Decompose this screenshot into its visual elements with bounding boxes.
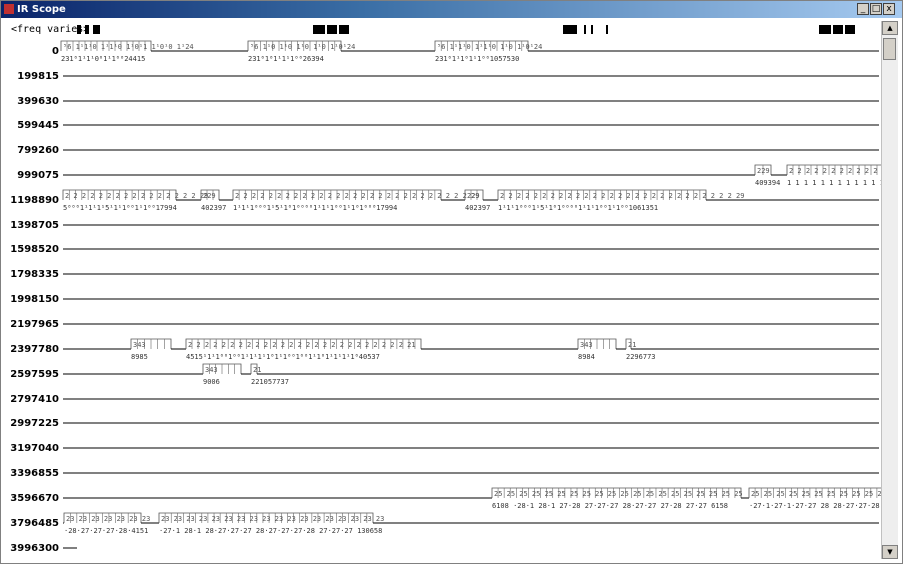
channel-label: 2797410 [10, 394, 59, 405]
pulse-top-values: 23 23 23 23 23 23 23 [66, 515, 150, 523]
overview-mark [85, 25, 89, 34]
channel-label: 0 [52, 46, 59, 57]
pulse-bottom-values: ·27·1 28·1 28·27·27·27 28·27·27·27·28 27… [159, 527, 382, 535]
pulse-top-values: 2 2 2 2 2 2 2 2 2 2 2 2 2 2 2 2 2 2 2 2 … [500, 192, 744, 200]
channel-label: 2597595 [10, 369, 59, 380]
pulse-top-values: 2 2 2 2 2 2 2 2 2 2 2 2 2 2 [789, 167, 881, 175]
pulse-bottom-values: 231⁰1¹1⁰1¹1⁰⁰1057530 [435, 55, 519, 63]
channel-label: 199815 [17, 71, 59, 82]
pulse-bottom-values: 2296773 [626, 353, 656, 361]
pulse-top-values: 229 [203, 192, 216, 200]
channel-label: 3596670 [10, 493, 59, 504]
pulse-bottom-values: 402397 [201, 204, 226, 212]
pulse-bottom-values: 6108 ·28·1 28·1 27·28 27·27·27 28·27·27 … [492, 502, 728, 510]
channel-label: 399630 [17, 96, 59, 107]
ir-scope-window: IR Scope _ □ x <freq varies> 0 ⁵6 1¹1¹0 1… [0, 0, 903, 564]
overview-mark [591, 25, 593, 34]
overview-mark [606, 25, 608, 34]
pulse-top-values: ⁵6 1¹1¹0 1¹1¹0 1¹0 1¹0¹24 [437, 43, 542, 51]
overview-mark [327, 25, 337, 34]
pulse-top-values: 229 [757, 167, 770, 175]
pulse-bottom-values: 8985 [131, 353, 148, 361]
overview-mark [563, 25, 577, 34]
pulse-bottom-values: 1¹1¹1⁰⁰⁰1¹5¹1⁰1⁰⁰⁰⁰1¹1¹1⁰⁰1¹1⁰1⁰⁰⁰17994 [233, 204, 397, 212]
pulse-bottom-values: 231⁰1¹1¹0⁰1¹1⁰⁰24415 [61, 55, 145, 63]
channel-label: 2397780 [10, 344, 59, 355]
channel-label: 2997225 [10, 418, 59, 429]
scroll-up-icon[interactable]: ▲ [882, 21, 898, 35]
pulse-top-values: 21 [628, 341, 636, 349]
pulse-top-values: 229 [467, 192, 480, 200]
pulse-top-values: ⁵6 1¹1¹0 1¹1¹0 1¹0¹1 1¹0¹0 1¹24 [63, 43, 194, 51]
channel-label: 999075 [17, 170, 59, 181]
scrollbar-thumb[interactable] [883, 38, 896, 60]
pulse-top-values: 343 [205, 366, 218, 374]
pulse-top-values: 2 2 2 2 2 2 2 2 2 2 2 2 2 2 2 2 2 2 2 2 … [188, 341, 416, 349]
close-button[interactable]: x [883, 3, 895, 15]
channel-label: 1998150 [10, 294, 59, 305]
channel-label: 3996300 [10, 543, 59, 554]
pulse-top-values: 343 [133, 341, 146, 349]
overview-mark [339, 25, 349, 34]
overview-mark [845, 25, 855, 34]
channel-label: 2197965 [10, 319, 59, 330]
pulse-top-values: 343 [580, 341, 593, 349]
pulse-top-values: 23 23 23 23 23 23 23 23 23 23 23 23 23 2… [161, 515, 384, 523]
channel-label: 3796485 [10, 518, 59, 529]
pulse-bottom-values: 1¹1¹1⁰⁰⁰1¹5¹1⁰1⁰⁰⁰⁰1¹1¹1⁰⁰1¹1⁰⁰1061351 [498, 204, 658, 212]
pulse-top-values: 2 2 2 2 2 2 2 2 2 2 2 2 2 2 2 2 2 2 2 2 … [235, 192, 479, 200]
pulse-bottom-values: ·28·27·27·27·28·4151 [64, 527, 148, 535]
vertical-scrollbar[interactable]: ▲ ▼ [881, 21, 898, 559]
channel-label: 1598520 [10, 244, 59, 255]
pulse-bottom-values: 9006 [203, 378, 220, 386]
ir-trace-canvas[interactable]: 0 ⁵6 1¹1¹0 1¹1¹0 1¹0¹1 1¹0¹0 1¹24 231⁰1¹1¹… [1, 1, 881, 565]
overview-mark [819, 25, 831, 34]
pulse-top-values: 2 2 2 2 2 2 2 2 2 2 2 2 2 2 2 2 29 [65, 192, 208, 200]
pulse-top-values: ⁵6 1¹0 1¹0 1¹0 1¹0 1¹0¹24 [250, 43, 355, 51]
overview-mark [313, 25, 325, 34]
channel-label: 1398705 [10, 220, 59, 231]
pulse-bottom-values: 221057737 [251, 378, 289, 386]
pulse-bottom-values: 8984 [578, 353, 595, 361]
overview-mark [77, 25, 81, 34]
channel-label: 599445 [17, 120, 59, 131]
pulse-bottom-values: 4515¹1¹1⁰⁰1⁰⁰1¹1¹1¹1⁰1¹1⁰⁰1⁰⁰1¹1⁰1¹1¹1¹1… [186, 353, 380, 361]
pulse-top-values: 25 25 25 25 25 25 25 25 25 25 25 [751, 490, 881, 498]
overview-mark [833, 25, 843, 34]
pulse-bottom-values: 1 1 1 1 1 1 1 1 1 1 1 1 1 1 1 5 [787, 179, 881, 187]
channel-label: 1198890 [10, 195, 59, 206]
channel-label: 1798335 [10, 269, 59, 280]
overview-mark [93, 25, 100, 34]
channel-label: 3197040 [10, 443, 59, 454]
overview-mark [584, 25, 586, 34]
pulse-top-values: 21 [253, 366, 261, 374]
pulse-bottom-values: 231⁰1⁰1¹1¹1⁰⁰26394 [248, 55, 324, 63]
pulse-top-values: 25 25 25 25 25 25 25 25 25 25 25 25 25 2… [494, 490, 743, 498]
scroll-down-icon[interactable]: ▼ [882, 545, 898, 559]
pulse-bottom-values: 409394 [755, 179, 780, 187]
channel-label: 799260 [17, 145, 59, 156]
pulse-bottom-values: ·27·1·27·1·27·27 28 28·27·27·28 [749, 502, 880, 510]
pulse-bottom-values: 5⁰⁰⁰1¹1¹1¹5¹1¹1⁰⁰1¹1⁰⁰17994 [63, 204, 177, 212]
channel-label: 3396855 [10, 468, 59, 479]
pulse-bottom-values: 402397 [465, 204, 490, 212]
